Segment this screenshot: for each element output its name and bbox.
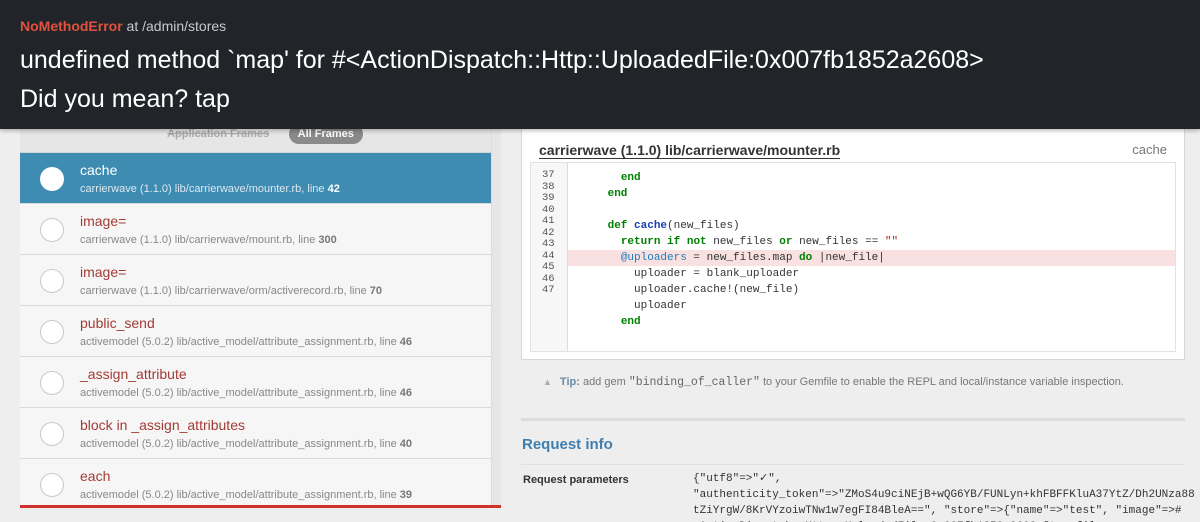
line-number-gutter: 37 38 39 40 41 42 43 44 45 46 47 [531, 163, 568, 351]
frame-name: public_send [80, 315, 155, 331]
frame-line-number: 42 [327, 183, 340, 195]
frame-item[interactable]: block in _assign_attributes activemodel (… [20, 408, 501, 459]
frame-location: carrierwave (1.1.0) lib/carrierwave/orm/… [80, 285, 383, 297]
frame-line-number: 40 [399, 438, 413, 450]
frame-location: activemodel (5.0.2) lib/active_model/att… [80, 489, 413, 501]
frame-radio-icon [40, 422, 64, 446]
frame-line-number: 70 [369, 285, 383, 297]
code-line-46: end [620, 316, 641, 328]
line-number: 39 [542, 192, 555, 204]
frame-item[interactable]: image= carrierwave (1.1.0) lib/carrierwav… [20, 255, 501, 306]
code-line-43: uploader = blank_uploader [634, 268, 800, 280]
code-line-44: uploader.cache!(new_file) [634, 284, 800, 296]
tip-gem-name: "binding_of_caller" [628, 376, 760, 389]
frame-line-number: 39 [399, 489, 413, 501]
code-method-name: cache [1132, 142, 1167, 157]
repl-tip: ▲ Tip: add gem "binding_of_caller" to you… [543, 376, 1124, 389]
error-location-line: NoMethodError at /admin/stores [20, 18, 1180, 38]
frame-radio-icon [40, 473, 64, 497]
code-line-45: uploader [634, 300, 687, 312]
code-line-41: return if not new_files or new_files == … [620, 236, 899, 248]
frame-item[interactable]: each activemodel (5.0.2) lib/active_model… [20, 459, 501, 505]
frames-scrollbar[interactable] [491, 122, 501, 505]
frame-line-number: 46 [399, 387, 413, 399]
line-number: 41 [542, 215, 555, 227]
frame-radio-icon [40, 167, 64, 191]
frame-name: image= [80, 264, 127, 280]
line-number: 43 [542, 238, 555, 250]
line-number: 47 [542, 284, 555, 296]
code-panel: carrierwave (1.1.0) lib/carrierwave/moun… [521, 122, 1185, 360]
frame-name: image= [80, 213, 127, 229]
frame-item[interactable]: image= carrierwave (1.1.0) lib/carrierwav… [20, 204, 501, 255]
code-box: 37 38 39 40 41 42 43 44 45 46 47 end end def cache… [530, 162, 1176, 352]
code-lines: end end def cache(new_files) return if n… [568, 163, 1175, 351]
frame-location: activemodel (5.0.2) lib/active_model/att… [80, 387, 413, 399]
triangle-icon: ▲ [543, 377, 552, 387]
frame-item[interactable]: _assign_attribute activemodel (5.0.2) lib… [20, 357, 501, 408]
frame-location: carrierwave (1.1.0) lib/carrierwave/moun… [80, 183, 340, 195]
frame-radio-icon [40, 269, 64, 293]
request-divider [521, 464, 1185, 465]
frame-item[interactable]: public_send activemodel (5.0.2) lib/activ… [20, 306, 501, 357]
error-message: undefined method `map' for #<ActionDispa… [20, 46, 984, 74]
error-header: NoMethodError at /admin/stores undefined… [0, 0, 1200, 129]
frame-location: carrierwave (1.1.0) lib/carrierwave/moun… [80, 234, 337, 246]
line-number: 37 [542, 169, 555, 181]
frame-item[interactable]: cache carrierwave (1.1.0) lib/carrierwave… [20, 153, 501, 204]
error-class: NoMethodError [20, 18, 123, 34]
tip-label: Tip: [559, 376, 580, 388]
frame-list: cache carrierwave (1.1.0) lib/carrierwave… [20, 153, 501, 505]
request-info-title: Request info [522, 436, 613, 453]
frames-panel: Application Frames All Frames cache carri… [20, 122, 501, 508]
section-divider [521, 418, 1185, 421]
line-number: 45 [542, 261, 555, 273]
frame-name: each [80, 468, 111, 484]
code-header: carrierwave (1.1.0) lib/carrierwave/moun… [530, 131, 1176, 161]
frame-line-number: 300 [318, 234, 337, 246]
code-line-37: end [620, 172, 641, 184]
frame-location: activemodel (5.0.2) lib/active_model/att… [80, 438, 413, 450]
code-line-38: end [607, 188, 628, 200]
frame-name: _assign_attribute [80, 366, 187, 382]
code-line-42-highlighted: @uploaders = new_files.map do |new_file| [568, 250, 1175, 266]
frame-line-number: 46 [399, 336, 413, 348]
frame-location: activemodel (5.0.2) lib/active_model/att… [80, 336, 413, 348]
code-line-40: def cache(new_files) [607, 220, 740, 232]
frame-radio-icon [40, 371, 64, 395]
frame-radio-icon [40, 320, 64, 344]
frame-radio-icon [40, 218, 64, 242]
request-parameters-value: {"utf8"=>"✓", "authenticity_token"=>"ZMo… [693, 473, 1195, 522]
request-parameters-label: Request parameters [523, 474, 629, 486]
error-path: at /admin/stores [122, 18, 227, 34]
frame-name: cache [80, 162, 118, 178]
frame-name: block in _assign_attributes [80, 417, 245, 433]
code-file-link[interactable]: carrierwave (1.1.0) lib/carrierwave/moun… [539, 142, 841, 159]
error-suggestion: Did you mean? tap [20, 85, 230, 113]
